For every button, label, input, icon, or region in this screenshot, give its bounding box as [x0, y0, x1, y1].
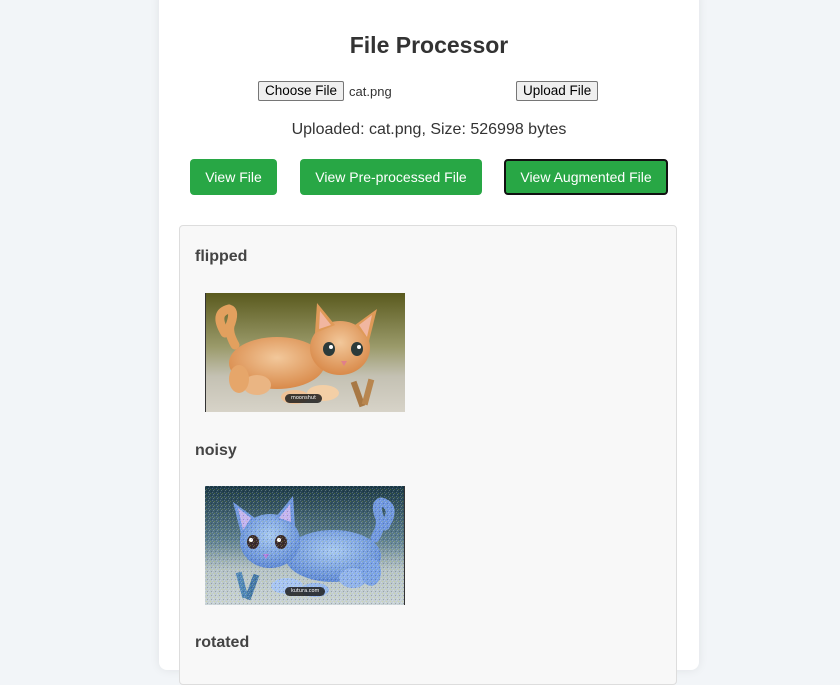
- file-chooser: Choose File cat.png: [258, 81, 392, 101]
- noisy-kitten-image: kutura.com: [205, 486, 405, 605]
- page-title: File Processor: [349, 32, 509, 58]
- upload-status: Uploaded: cat.png, Size: 526998 bytes: [291, 121, 567, 138]
- file-processor-card: File Processor Choose File cat.png Uploa…: [159, 0, 699, 685]
- image-watermark: kutura.com: [285, 587, 326, 596]
- upload-file-button[interactable]: Upload File: [516, 81, 599, 101]
- view-file-button[interactable]: View File: [190, 159, 277, 195]
- image-watermark: moonshut: [285, 394, 323, 403]
- choose-file-button[interactable]: Choose File: [258, 81, 345, 101]
- selected-file-name: cat.png: [349, 83, 392, 99]
- augmented-results-panel: flipped moonshut noisy kutura.com rotate…: [179, 225, 677, 685]
- augmentation-label-rotated: rotated: [195, 634, 250, 651]
- augmentation-label-noisy: noisy: [195, 442, 237, 459]
- flipped-kitten-image: moonshut: [205, 293, 405, 412]
- augmentation-label-flipped: flipped: [195, 248, 248, 265]
- view-preprocessed-button[interactable]: View Pre-processed File: [300, 159, 482, 195]
- view-augmented-button[interactable]: View Augmented File: [504, 159, 668, 195]
